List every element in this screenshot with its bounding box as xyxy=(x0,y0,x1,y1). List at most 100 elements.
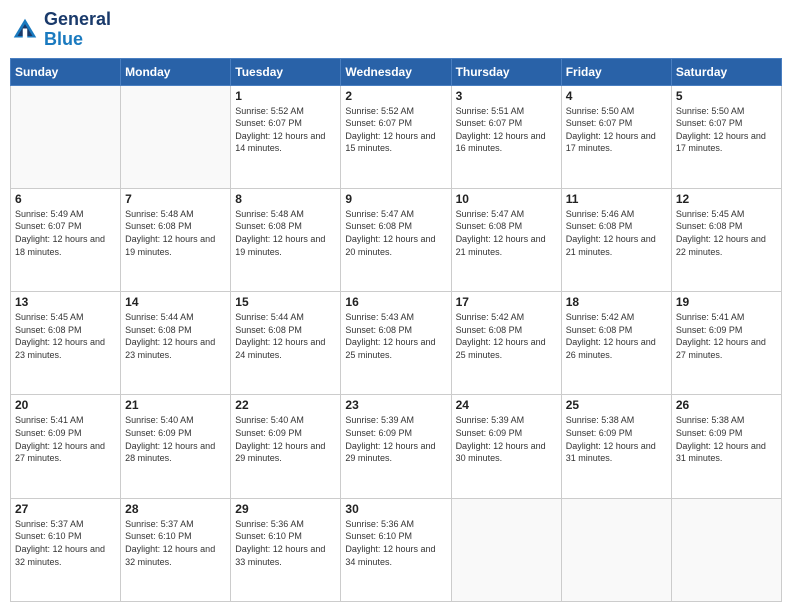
day-number: 4 xyxy=(566,89,667,103)
day-number: 3 xyxy=(456,89,557,103)
calendar-cell: 30Sunrise: 5:36 AM Sunset: 6:10 PM Dayli… xyxy=(341,498,451,601)
calendar-cell: 21 Sunrise: 5:40 AM Sunset: 6:09 PM Dayli… xyxy=(121,395,231,498)
calendar-cell xyxy=(671,498,781,601)
day-number: 7 xyxy=(125,192,226,206)
day-info: Sunrise: 5:39 AM Sunset: 6:09 PM Dayligh… xyxy=(345,414,446,464)
day-info: Sunrise: 5:43 AM Sunset: 6:08 PM Dayligh… xyxy=(345,311,446,361)
day-number: 9 xyxy=(345,192,446,206)
calendar-cell: 20 Sunrise: 5:41 AM Sunset: 6:09 PM Dayli… xyxy=(11,395,121,498)
week-row-2: 6 Sunrise: 5:49 AM Sunset: 6:07 PM Daylig… xyxy=(11,188,782,291)
day-number: 26 xyxy=(676,398,777,412)
calendar-cell: 27Sunrise: 5:37 AM Sunset: 6:10 PM Dayli… xyxy=(11,498,121,601)
day-info: Sunrise: 5:37 AM Sunset: 6:10 PM Dayligh… xyxy=(15,518,116,568)
calendar-cell: 16 Sunrise: 5:43 AM Sunset: 6:08 PM Dayli… xyxy=(341,292,451,395)
col-friday: Friday xyxy=(561,58,671,85)
logo-text-general: General xyxy=(44,10,111,30)
day-number: 30 xyxy=(345,502,446,516)
day-info: Sunrise: 5:50 AM Sunset: 6:07 PM Dayligh… xyxy=(676,105,777,155)
col-wednesday: Wednesday xyxy=(341,58,451,85)
calendar-table: Sunday Monday Tuesday Wednesday Thursday… xyxy=(10,58,782,602)
day-number: 24 xyxy=(456,398,557,412)
day-number: 10 xyxy=(456,192,557,206)
calendar-cell: 5 Sunrise: 5:50 AM Sunset: 6:07 PM Daylig… xyxy=(671,85,781,188)
day-number: 11 xyxy=(566,192,667,206)
day-number: 25 xyxy=(566,398,667,412)
day-info: Sunrise: 5:46 AM Sunset: 6:08 PM Dayligh… xyxy=(566,208,667,258)
day-info: Sunrise: 5:47 AM Sunset: 6:08 PM Dayligh… xyxy=(345,208,446,258)
day-info: Sunrise: 5:51 AM Sunset: 6:07 PM Dayligh… xyxy=(456,105,557,155)
day-info: Sunrise: 5:39 AM Sunset: 6:09 PM Dayligh… xyxy=(456,414,557,464)
calendar-header-row: Sunday Monday Tuesday Wednesday Thursday… xyxy=(11,58,782,85)
day-number: 23 xyxy=(345,398,446,412)
day-info: Sunrise: 5:38 AM Sunset: 6:09 PM Dayligh… xyxy=(566,414,667,464)
calendar-cell: 1 Sunrise: 5:52 AM Sunset: 6:07 PM Daylig… xyxy=(231,85,341,188)
logo: General Blue xyxy=(10,10,111,50)
calendar-cell: 12Sunrise: 5:45 AM Sunset: 6:08 PM Dayli… xyxy=(671,188,781,291)
day-info: Sunrise: 5:36 AM Sunset: 6:10 PM Dayligh… xyxy=(235,518,336,568)
col-thursday: Thursday xyxy=(451,58,561,85)
calendar-cell xyxy=(451,498,561,601)
day-info: Sunrise: 5:41 AM Sunset: 6:09 PM Dayligh… xyxy=(676,311,777,361)
calendar-cell: 19Sunrise: 5:41 AM Sunset: 6:09 PM Dayli… xyxy=(671,292,781,395)
col-sunday: Sunday xyxy=(11,58,121,85)
day-number: 22 xyxy=(235,398,336,412)
calendar-cell: 25 Sunrise: 5:38 AM Sunset: 6:09 PM Dayli… xyxy=(561,395,671,498)
day-info: Sunrise: 5:42 AM Sunset: 6:08 PM Dayligh… xyxy=(456,311,557,361)
day-number: 2 xyxy=(345,89,446,103)
day-number: 29 xyxy=(235,502,336,516)
calendar-cell xyxy=(121,85,231,188)
day-number: 16 xyxy=(345,295,446,309)
calendar-cell: 10 Sunrise: 5:47 AM Sunset: 6:08 PM Dayli… xyxy=(451,188,561,291)
calendar-cell: 29 Sunrise: 5:36 AM Sunset: 6:10 PM Dayli… xyxy=(231,498,341,601)
week-row-4: 20 Sunrise: 5:41 AM Sunset: 6:09 PM Dayli… xyxy=(11,395,782,498)
day-number: 14 xyxy=(125,295,226,309)
day-info: Sunrise: 5:44 AM Sunset: 6:08 PM Dayligh… xyxy=(125,311,226,361)
calendar-cell: 6 Sunrise: 5:49 AM Sunset: 6:07 PM Daylig… xyxy=(11,188,121,291)
day-number: 13 xyxy=(15,295,116,309)
day-info: Sunrise: 5:47 AM Sunset: 6:08 PM Dayligh… xyxy=(456,208,557,258)
col-saturday: Saturday xyxy=(671,58,781,85)
day-number: 15 xyxy=(235,295,336,309)
col-monday: Monday xyxy=(121,58,231,85)
day-info: Sunrise: 5:52 AM Sunset: 6:07 PM Dayligh… xyxy=(345,105,446,155)
calendar-cell: 8 Sunrise: 5:48 AM Sunset: 6:08 PM Daylig… xyxy=(231,188,341,291)
calendar-cell: 28 Sunrise: 5:37 AM Sunset: 6:10 PM Dayli… xyxy=(121,498,231,601)
day-number: 1 xyxy=(235,89,336,103)
calendar-cell: 23 Sunrise: 5:39 AM Sunset: 6:09 PM Dayli… xyxy=(341,395,451,498)
day-number: 20 xyxy=(15,398,116,412)
week-row-1: 1 Sunrise: 5:52 AM Sunset: 6:07 PM Daylig… xyxy=(11,85,782,188)
calendar-cell xyxy=(11,85,121,188)
day-info: Sunrise: 5:49 AM Sunset: 6:07 PM Dayligh… xyxy=(15,208,116,258)
day-info: Sunrise: 5:40 AM Sunset: 6:09 PM Dayligh… xyxy=(235,414,336,464)
day-number: 17 xyxy=(456,295,557,309)
day-info: Sunrise: 5:37 AM Sunset: 6:10 PM Dayligh… xyxy=(125,518,226,568)
calendar-cell: 2 Sunrise: 5:52 AM Sunset: 6:07 PM Daylig… xyxy=(341,85,451,188)
calendar-cell: 26 Sunrise: 5:38 AM Sunset: 6:09 PM Dayli… xyxy=(671,395,781,498)
calendar-cell: 3 Sunrise: 5:51 AM Sunset: 6:07 PM Daylig… xyxy=(451,85,561,188)
day-number: 18 xyxy=(566,295,667,309)
day-number: 21 xyxy=(125,398,226,412)
day-info: Sunrise: 5:50 AM Sunset: 6:07 PM Dayligh… xyxy=(566,105,667,155)
day-info: Sunrise: 5:38 AM Sunset: 6:09 PM Dayligh… xyxy=(676,414,777,464)
day-number: 28 xyxy=(125,502,226,516)
day-info: Sunrise: 5:45 AM Sunset: 6:08 PM Dayligh… xyxy=(15,311,116,361)
col-tuesday: Tuesday xyxy=(231,58,341,85)
day-info: Sunrise: 5:52 AM Sunset: 6:07 PM Dayligh… xyxy=(235,105,336,155)
week-row-5: 27Sunrise: 5:37 AM Sunset: 6:10 PM Dayli… xyxy=(11,498,782,601)
logo-icon xyxy=(10,15,40,45)
day-number: 5 xyxy=(676,89,777,103)
day-number: 8 xyxy=(235,192,336,206)
day-info: Sunrise: 5:42 AM Sunset: 6:08 PM Dayligh… xyxy=(566,311,667,361)
day-info: Sunrise: 5:48 AM Sunset: 6:08 PM Dayligh… xyxy=(235,208,336,258)
day-info: Sunrise: 5:40 AM Sunset: 6:09 PM Dayligh… xyxy=(125,414,226,464)
week-row-3: 13 Sunrise: 5:45 AM Sunset: 6:08 PM Dayli… xyxy=(11,292,782,395)
calendar-cell: 17 Sunrise: 5:42 AM Sunset: 6:08 PM Dayli… xyxy=(451,292,561,395)
calendar-cell: 18 Sunrise: 5:42 AM Sunset: 6:08 PM Dayli… xyxy=(561,292,671,395)
logo-text-blue: Blue xyxy=(44,30,111,50)
day-number: 6 xyxy=(15,192,116,206)
day-info: Sunrise: 5:41 AM Sunset: 6:09 PM Dayligh… xyxy=(15,414,116,464)
calendar-cell: 22 Sunrise: 5:40 AM Sunset: 6:09 PM Dayli… xyxy=(231,395,341,498)
day-info: Sunrise: 5:45 AM Sunset: 6:08 PM Dayligh… xyxy=(676,208,777,258)
day-info: Sunrise: 5:44 AM Sunset: 6:08 PM Dayligh… xyxy=(235,311,336,361)
page: General Blue Sunday Monday Tuesday Wedne… xyxy=(0,0,792,612)
